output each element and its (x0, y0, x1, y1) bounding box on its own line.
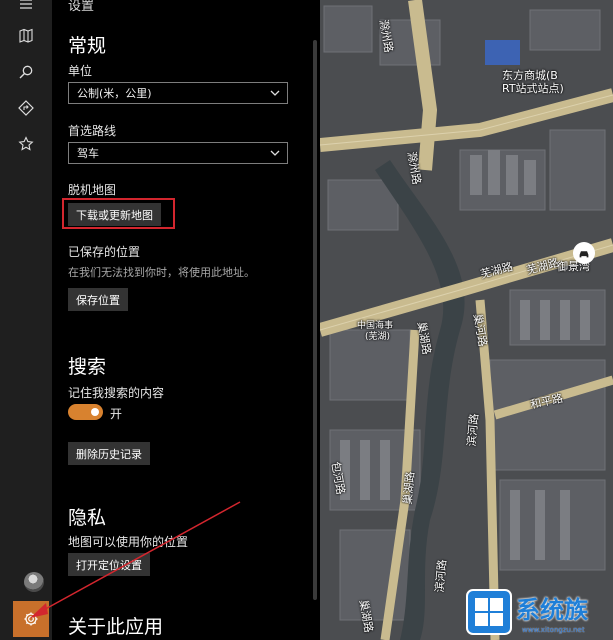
favorites-icon[interactable] (0, 126, 52, 162)
map-road-label: 滨河路 (433, 559, 449, 594)
remember-search-label: 记住我搜索的内容 (68, 386, 165, 400)
toggle-knob (91, 408, 99, 416)
route-label: 首选路线 (68, 124, 117, 138)
app-nav-rail (0, 0, 52, 640)
map-road-label: 滨河路 (465, 413, 481, 448)
highlight-box (62, 198, 175, 229)
offline-maps-label: 脱机地图 (68, 183, 117, 197)
car-icon[interactable] (573, 242, 595, 264)
map-poi-label: RT站式站点) (502, 82, 564, 95)
panel-scrollbar[interactable] (313, 40, 317, 600)
location-settings-button[interactable]: 打开定位设置 (68, 553, 150, 576)
location-permission-label: 地图可以使用你的位置 (68, 535, 189, 549)
map-view[interactable]: 滁州路 滁州路 芜湖路 芜湖路 巢湖路 巢河路 滨河路 和平路 包河路 巢湖路 … (320, 0, 613, 640)
search-heading: 搜索 (68, 356, 107, 378)
watermark-text: 系统族 (516, 596, 588, 624)
search-icon[interactable] (0, 54, 52, 90)
unit-select[interactable]: 公制(米，公里) (68, 82, 288, 104)
settings-button[interactable] (13, 601, 49, 637)
remember-search-toggle[interactable] (68, 404, 103, 420)
clear-history-button[interactable]: 删除历史记录 (68, 442, 150, 465)
saved-location-note: 在我们无法找到你时，将使用此地址。 (68, 266, 255, 279)
map-poi-label: (芜湖) (365, 332, 391, 342)
avatar[interactable] (24, 572, 44, 592)
save-location-button[interactable]: 保存位置 (68, 288, 128, 311)
unit-label: 单位 (68, 64, 93, 78)
chevron-down-icon (270, 150, 280, 156)
map-road-label: 巢湖路 (401, 471, 417, 506)
unit-select-value: 公制(米，公里) (77, 87, 152, 100)
route-select[interactable]: 驾车 (68, 142, 288, 164)
watermark-url: www.xitongzu.net (522, 626, 585, 634)
general-heading: 常规 (68, 35, 107, 57)
about-heading: 关于此应用 (68, 616, 164, 638)
gear-icon (24, 612, 38, 626)
route-select-value: 驾车 (77, 147, 99, 160)
directions-icon[interactable] (0, 90, 52, 126)
privacy-heading: 隐私 (68, 507, 107, 529)
chevron-down-icon (270, 90, 280, 96)
settings-title: 设置 (68, 0, 95, 14)
map-icon[interactable] (0, 18, 52, 54)
toggle-state: 开 (110, 407, 123, 421)
saved-location-label: 已保存的位置 (68, 245, 141, 259)
